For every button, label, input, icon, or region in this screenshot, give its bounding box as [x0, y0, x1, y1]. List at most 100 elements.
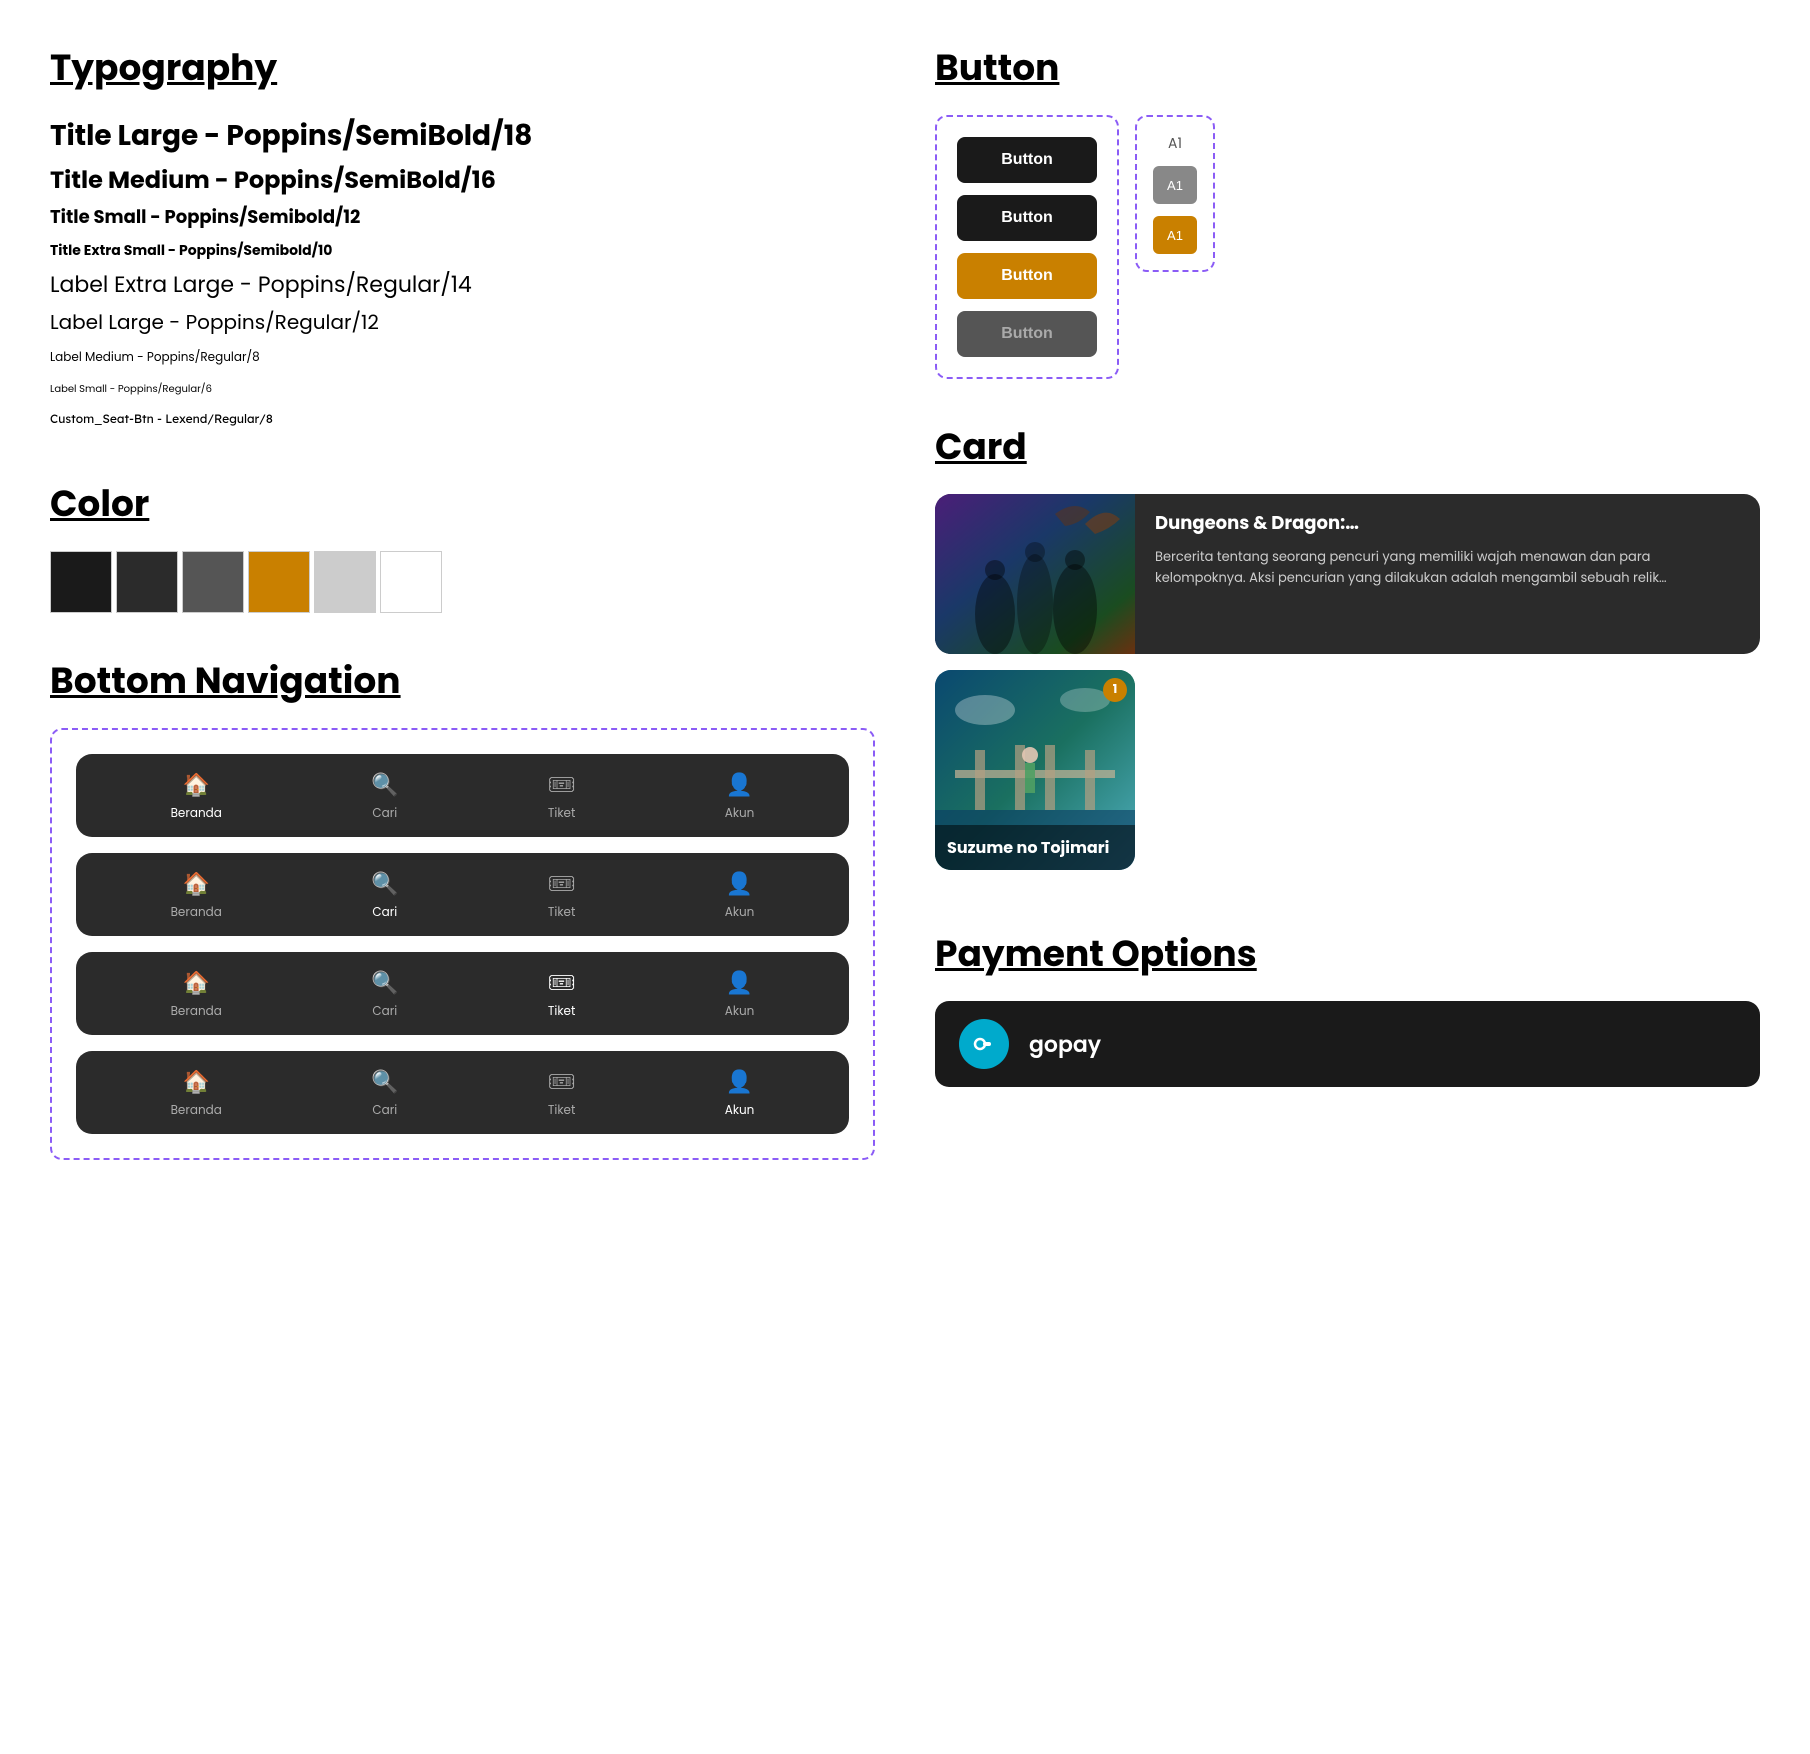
- nav-item-beranda-1[interactable]: 🏠 Beranda: [171, 768, 222, 823]
- search-icon: 🔍: [371, 768, 398, 801]
- search-icon: 🔍: [371, 1065, 398, 1098]
- card-horizontal[interactable]: Dungeons & Dragon:… Bercerita tentang se…: [935, 494, 1760, 654]
- nav-item-beranda-3[interactable]: 🏠 Beranda: [171, 966, 222, 1021]
- nav-label-beranda-2: Beranda: [171, 904, 222, 922]
- type-line-5: Label Extra Large - Poppins/Regular/14: [50, 268, 875, 301]
- card-horizontal-description: Bercerita tentang seorang pencuri yang m…: [1155, 547, 1740, 589]
- button-amber[interactable]: Button: [957, 253, 1097, 299]
- type-title-xsmall: Title Extra Small - Poppins/Semibold/10: [50, 240, 332, 260]
- type-line-7: Label Medium - Poppins/Regular/8: [50, 343, 875, 368]
- button-small-dark[interactable]: A1: [1153, 166, 1197, 204]
- type-line-6: Label Large - Poppins/Regular/12: [50, 307, 875, 337]
- payment-options-section: Payment Options gopay: [935, 926, 1760, 1087]
- card-section: Card: [935, 419, 1760, 886]
- nav-label-akun-1: Akun: [725, 805, 755, 823]
- color-swatch-amber: [248, 551, 310, 613]
- typography-title: Typography: [50, 40, 875, 95]
- button-section: Button Button Button Button Button A1 A1…: [935, 40, 1760, 379]
- user-icon: 👤: [726, 1065, 753, 1098]
- bottom-navigation-title: Bottom Navigation: [50, 653, 875, 708]
- color-swatches: [50, 551, 875, 613]
- home-icon: 🏠: [183, 867, 210, 900]
- type-line-2: Title Medium - Poppins/SemiBold/16: [50, 163, 875, 198]
- nav-item-tiket-2[interactable]: 🎟 Tiket: [548, 867, 576, 922]
- nav-item-cari-1[interactable]: 🔍 Cari: [371, 768, 398, 823]
- card-vertical-overlay: Suzume no Tojimari: [935, 825, 1135, 870]
- nav-label-tiket-2: Tiket: [548, 904, 575, 922]
- color-title: Color: [50, 476, 875, 531]
- nav-item-cari-4[interactable]: 🔍 Cari: [371, 1065, 398, 1120]
- color-section: Color: [50, 476, 875, 613]
- type-title-small: Title Small - Poppins/Semibold/12: [50, 205, 360, 230]
- nav-item-akun-2[interactable]: 👤 Akun: [725, 867, 755, 922]
- nav-label-tiket-1: Tiket: [548, 805, 575, 823]
- type-line-9: Custom_Seat-Btn - Lexend/Regular/8: [50, 405, 875, 430]
- user-icon: 👤: [726, 966, 753, 999]
- nav-label-beranda-4: Beranda: [171, 1102, 222, 1120]
- button-small-amber[interactable]: A1: [1153, 216, 1197, 254]
- ticket-icon: 🎟: [548, 768, 576, 801]
- nav-label-tiket-3: Tiket: [548, 1003, 575, 1021]
- type-line-8: Label Small - Poppins/Regular/6: [50, 374, 875, 399]
- nav-label-cari-2: Cari: [372, 904, 397, 922]
- type-label-small: Label Small - Poppins/Regular/6: [50, 381, 212, 396]
- nav-label-beranda-3: Beranda: [171, 1003, 222, 1021]
- color-swatch-black: [50, 551, 112, 613]
- color-swatch-dark-gray: [116, 551, 178, 613]
- color-swatch-light-gray: [314, 551, 376, 613]
- nav-item-tiket-4[interactable]: 🎟 Tiket: [548, 1065, 576, 1120]
- nav-bar-cari: 🏠 Beranda 🔍 Cari 🎟 Tiket 👤 Akun: [76, 853, 849, 936]
- nav-bar-tiket: 🏠 Beranda 🔍 Cari 🎟 Tiket 👤 Akun: [76, 952, 849, 1035]
- nav-label-akun-4: Akun: [725, 1102, 755, 1120]
- nav-item-beranda-4[interactable]: 🏠 Beranda: [171, 1065, 222, 1120]
- card-horizontal-title: Dungeons & Dragon:…: [1155, 510, 1740, 537]
- nav-bar-beranda: 🏠 Beranda 🔍 Cari 🎟 Tiket 👤 Akun: [76, 754, 849, 837]
- payment-card-gopay[interactable]: gopay: [935, 1001, 1760, 1087]
- button-disabled: Button: [957, 311, 1097, 357]
- button-secondary[interactable]: Button: [957, 195, 1097, 241]
- type-label-xlarge: Label Extra Large - Poppins/Regular/14: [50, 269, 472, 300]
- nav-item-akun-4[interactable]: 👤 Akun: [725, 1065, 755, 1120]
- color-swatch-white: [380, 551, 442, 613]
- nav-item-cari-3[interactable]: 🔍 Cari: [371, 966, 398, 1021]
- user-icon: 👤: [726, 768, 753, 801]
- nav-item-beranda-2[interactable]: 🏠 Beranda: [171, 867, 222, 922]
- card-horizontal-image: [935, 494, 1135, 654]
- nav-item-akun-3[interactable]: 👤 Akun: [725, 966, 755, 1021]
- typography-section: Typography Title Large - Poppins/SemiBol…: [50, 40, 875, 436]
- button-primary-dashed-box: Button Button Button Button: [935, 115, 1119, 379]
- home-icon: 🏠: [183, 1065, 210, 1098]
- nav-label-cari-3: Cari: [372, 1003, 397, 1021]
- gopay-icon: [959, 1019, 1009, 1069]
- gopay-name: gopay: [1029, 1028, 1101, 1061]
- color-swatch-medium-gray: [182, 551, 244, 613]
- type-title-large: Title Large - Poppins/SemiBold/18: [50, 116, 532, 155]
- nav-item-tiket-3[interactable]: 🎟 Tiket: [548, 966, 576, 1021]
- button-title: Button: [935, 40, 1760, 95]
- nav-item-akun-1[interactable]: 👤 Akun: [725, 768, 755, 823]
- nav-label-cari-4: Cari: [372, 1102, 397, 1120]
- payment-options-title: Payment Options: [935, 926, 1760, 981]
- button-primary[interactable]: Button: [957, 137, 1097, 183]
- type-line-1: Title Large - Poppins/SemiBold/18: [50, 115, 875, 157]
- ticket-icon: 🎟: [548, 867, 576, 900]
- type-label-large: Label Large - Poppins/Regular/12: [50, 308, 379, 336]
- search-icon: 🔍: [371, 867, 398, 900]
- home-icon: 🏠: [183, 966, 210, 999]
- user-icon: 👤: [726, 867, 753, 900]
- card-vertical[interactable]: 1 Suzume no Tojimari: [935, 670, 1135, 870]
- dungeons-poster: [935, 494, 1135, 654]
- nav-item-tiket-1[interactable]: 🎟 Tiket: [548, 768, 576, 823]
- card-horizontal-body: Dungeons & Dragon:… Bercerita tentang se…: [1135, 494, 1760, 654]
- card-title: Card: [935, 419, 1760, 474]
- btn-a1-text: A1: [1168, 133, 1182, 154]
- card-vertical-title: Suzume no Tojimari: [947, 835, 1123, 860]
- nav-item-cari-2[interactable]: 🔍 Cari: [371, 867, 398, 922]
- nav-label-akun-2: Akun: [725, 904, 755, 922]
- type-label-medium: Label Medium - Poppins/Regular/8: [50, 349, 260, 366]
- card-badge: 1: [1103, 678, 1127, 702]
- nav-dashed-container: 🏠 Beranda 🔍 Cari 🎟 Tiket 👤 Akun: [50, 728, 875, 1160]
- button-demo-area: Button Button Button Button A1 A1 A1: [935, 115, 1760, 379]
- ticket-icon: 🎟: [548, 1065, 576, 1098]
- nav-label-akun-3: Akun: [725, 1003, 755, 1021]
